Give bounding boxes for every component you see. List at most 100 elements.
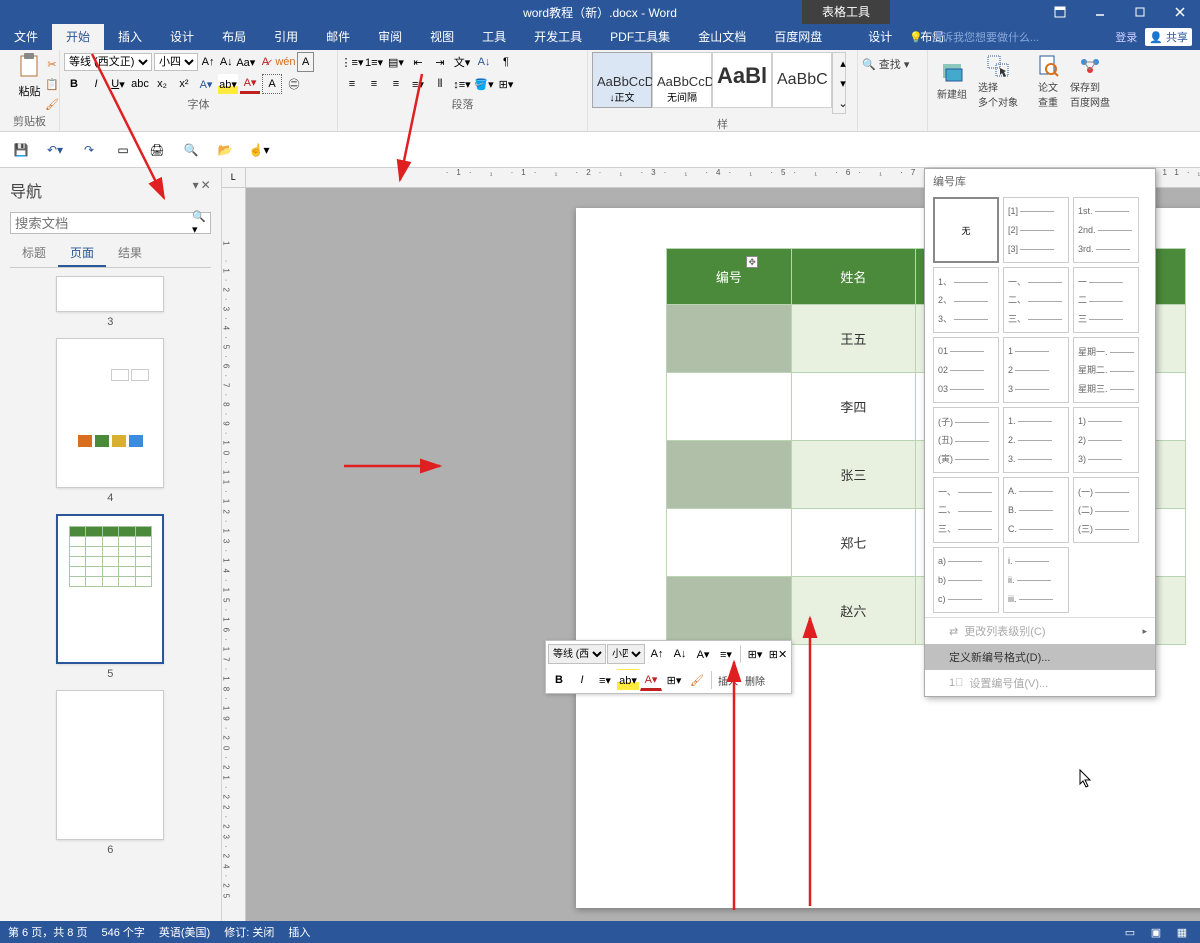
phonetic-icon[interactable]: wén (275, 52, 295, 72)
numbering-preset-15[interactable]: i.ii.iii. (1003, 547, 1069, 613)
show-marks-icon[interactable]: ¶ (496, 52, 516, 72)
subscript-icon[interactable]: x₂ (152, 74, 172, 94)
nav-tab-pages[interactable]: 页面 (58, 240, 106, 267)
numbering-preset-14[interactable]: a)b)c) (933, 547, 999, 613)
strike-icon[interactable]: abc (130, 74, 150, 94)
change-case-icon[interactable]: Aa▾ (236, 52, 255, 72)
style-nospacing[interactable]: AaBbCcD无间隔 (652, 52, 712, 108)
mini-font-select[interactable]: 等线 (西) (548, 644, 606, 664)
mini-bullets-icon[interactable]: ≡▾ (715, 643, 737, 665)
numbering-preset-9[interactable]: 1.2.3. (1003, 407, 1069, 473)
cell-r4c2[interactable]: 郑七 (791, 509, 916, 577)
style-up-icon[interactable]: ▴ (833, 53, 853, 73)
cell-r5c1[interactable] (667, 577, 792, 645)
align-right-icon[interactable]: ≡ (386, 74, 406, 94)
tab-references[interactable]: 引用 (260, 24, 312, 50)
align-center-icon[interactable]: ≡ (364, 74, 384, 94)
page-thumb-4[interactable] (56, 338, 164, 488)
find-button[interactable]: 🔍 查找 ▾ (862, 56, 909, 72)
cell-r4c1[interactable] (667, 509, 792, 577)
numbering-preset-0[interactable]: [1][2][3] (1003, 197, 1069, 263)
open-icon[interactable]: 📂 (214, 139, 236, 161)
tab-table-design[interactable]: 设计 (854, 24, 906, 50)
bullets-icon[interactable]: ⋮≡▾ (342, 52, 362, 72)
mini-size-select[interactable]: 小四 (607, 644, 645, 664)
mini-fontcolor-icon[interactable]: A▾ (640, 669, 662, 691)
mini-border-icon[interactable]: ⊞▾ (663, 669, 685, 691)
print-layout-icon[interactable]: ▣ (1146, 924, 1166, 940)
clear-format-icon[interactable]: A̷ (257, 52, 273, 72)
nav-close-icon[interactable]: ✕ (201, 178, 211, 202)
char-shading-icon[interactable]: A (262, 74, 282, 94)
cut-icon[interactable]: ✂ (42, 54, 62, 74)
define-new-number-format[interactable]: 定义新编号格式(D)... (925, 644, 1155, 670)
font-size-select[interactable]: 小四 (154, 53, 198, 71)
cell-r3c2[interactable]: 张三 (791, 441, 916, 509)
tab-tools[interactable]: 工具 (468, 24, 520, 50)
print-preview-icon[interactable]: 🔍 (180, 139, 202, 161)
page-thumb-3[interactable] (56, 276, 164, 312)
tab-baidu[interactable]: 百度网盘 (760, 24, 836, 50)
tab-review[interactable]: 审阅 (364, 24, 416, 50)
line-spacing-icon[interactable]: ↕≡▾ (452, 74, 472, 94)
thesis-button[interactable]: 论文 查重 (1028, 52, 1068, 110)
align-left-icon[interactable]: ≡ (342, 74, 362, 94)
enclose-char-icon[interactable]: ㊁ (284, 74, 304, 94)
tab-mailings[interactable]: 邮件 (312, 24, 364, 50)
status-lang[interactable]: 英语(美国) (159, 924, 210, 940)
borders-icon[interactable]: ⊞▾ (496, 74, 516, 94)
underline-icon[interactable]: U▾ (108, 74, 128, 94)
numbering-preset-13[interactable]: (一)(二)(三) (1073, 477, 1139, 543)
bold-icon[interactable]: B (64, 74, 84, 94)
tellme-input[interactable]: 告诉我您想要做什么... (931, 29, 1039, 45)
nav-dropdown-icon[interactable]: ▾ (193, 178, 199, 202)
tab-home[interactable]: 开始 (52, 24, 104, 50)
numbering-none[interactable]: 无 (933, 197, 999, 263)
numbering-preset-8[interactable]: (子)(丑)(寅) (933, 407, 999, 473)
close-btn[interactable] (1160, 0, 1200, 24)
increase-indent-icon[interactable]: ⇥ (430, 52, 450, 72)
nav-search-input[interactable] (15, 216, 192, 231)
grow-font-icon[interactable]: A↑ (200, 52, 216, 72)
mini-highlight-icon[interactable]: ab▾ (617, 669, 639, 691)
search-icon[interactable]: 🔍▾ (192, 210, 206, 236)
numbering-preset-11[interactable]: 一、二、三、 (933, 477, 999, 543)
ribbon-display-btn[interactable] (1040, 0, 1080, 24)
mini-delete-table-icon[interactable]: ⊞✕ (767, 643, 789, 665)
numbering-preset-5[interactable]: 010203 (933, 337, 999, 403)
th-name[interactable]: 姓名 (791, 249, 916, 305)
status-words[interactable]: 546 个字 (101, 924, 144, 940)
numbering-preset-3[interactable]: 一、二、三、 (1003, 267, 1069, 333)
numbering-preset-2[interactable]: 1、2、3、 (933, 267, 999, 333)
new-blank-icon[interactable]: ▭ (112, 139, 134, 161)
shrink-font-icon[interactable]: A↓ (218, 52, 234, 72)
cell-r3c1[interactable] (667, 441, 792, 509)
numbering-preset-4[interactable]: 一二三 (1073, 267, 1139, 333)
mini-delete-label[interactable]: 删除 (742, 673, 768, 688)
cell-r2c1[interactable] (667, 373, 792, 441)
undo-icon[interactable]: ↶▾ (44, 139, 66, 161)
justify-icon[interactable]: ≡▾ (408, 74, 428, 94)
read-mode-icon[interactable]: ▭ (1120, 924, 1140, 940)
highlight-icon[interactable]: ab▾ (218, 74, 238, 94)
web-layout-icon[interactable]: ▦ (1172, 924, 1192, 940)
font-family-select[interactable]: 等线 (西文正) (64, 53, 152, 71)
tab-layout[interactable]: 布局 (208, 24, 260, 50)
cell-r1c1[interactable] (667, 305, 792, 373)
tab-insert[interactable]: 插入 (104, 24, 156, 50)
tab-pdf[interactable]: PDF工具集 (596, 24, 684, 50)
asian-layout-icon[interactable]: 文▾ (452, 52, 472, 72)
save-icon[interactable]: 💾 (10, 139, 32, 161)
page-thumb-5[interactable] (56, 514, 164, 664)
text-effect-icon[interactable]: A▾ (196, 74, 216, 94)
superscript-icon[interactable]: x² (174, 74, 194, 94)
mini-effects-icon[interactable]: A▾ (692, 643, 714, 665)
shading-icon[interactable]: 🪣▾ (474, 74, 494, 94)
decrease-indent-icon[interactable]: ⇤ (408, 52, 428, 72)
select-multi-button[interactable]: 选择 多个对象 (978, 52, 1018, 110)
nav-tab-results[interactable]: 结果 (106, 240, 154, 267)
mini-align-icon[interactable]: ≡▾ (594, 669, 616, 691)
mini-painter-icon[interactable]: 🖌 (686, 669, 708, 691)
style-normal[interactable]: AaBbCcDc↓正文 (592, 52, 652, 108)
redo-icon[interactable]: ↷ (78, 139, 100, 161)
